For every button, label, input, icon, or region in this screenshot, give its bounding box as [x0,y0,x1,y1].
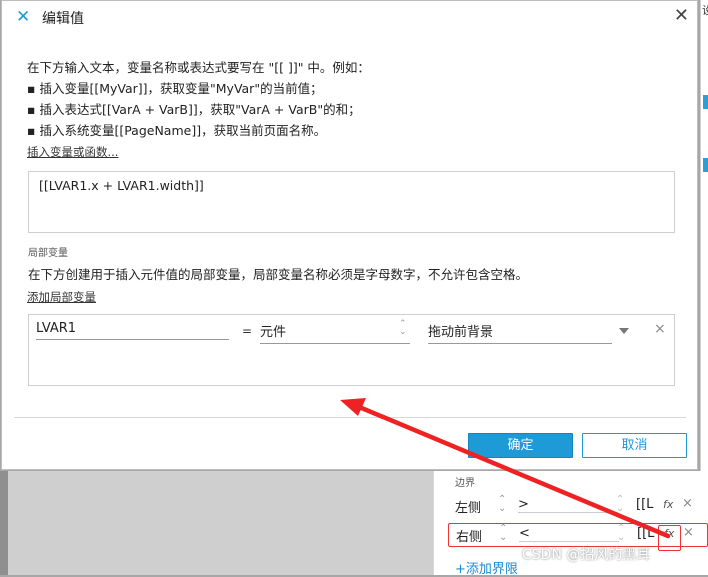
edge-marker [703,158,708,172]
local-var-name-input[interactable]: LVAR1 [36,321,229,340]
instruction-line: ▪ 插入表达式[[VarA + VarB]]，获取"VarA + VarB"的和… [27,102,361,117]
stepper-icon[interactable]: ⌃ ⌄ [616,495,624,514]
local-var-target-select[interactable]: 拖动前背景 [428,321,612,344]
operator-select[interactable]: > [518,497,618,513]
instruction-line: ▪ 插入变量[[MyVar]]，获取变量"MyVar"的当前值； [27,81,323,96]
chevron-down-icon[interactable] [619,328,629,334]
watermark: CSDN @招风的黑耳 [522,547,651,563]
canvas-edge [0,471,8,575]
insert-variable-link[interactable]: 插入变量或函数... [27,144,118,160]
edge-marker [703,95,708,109]
local-var-type-select[interactable]: 元件 [260,321,410,344]
close-icon[interactable]: ✕ [674,5,689,26]
boundary-row-left: 左侧 ⌃ ⌄ > ⌃ ⌄ [[L fx × [448,495,706,517]
instruction-line: ▪ 插入系统变量[[PageName]]，获取当前页面名称。 [27,123,327,138]
dialog-title: 编辑值 [42,11,84,27]
stepper-icon[interactable]: ⌃ ⌄ [617,524,625,543]
boundary-value-field[interactable]: [[L [637,526,657,541]
boundary-value-field[interactable]: [[L [636,497,656,512]
divider [14,417,686,418]
boundary-label: 右侧 [456,530,483,545]
delete-icon[interactable]: × [682,496,693,511]
add-boundary-link[interactable]: +添加界限 [455,558,518,577]
instruction-line: 在下方输入文本，变量名称或表达式要写在 "[[ ]]" 中。例如： [27,60,370,75]
equals-sign: = [242,324,253,338]
ok-button[interactable]: 确定 [468,433,573,458]
delete-local-var-icon[interactable]: × [654,321,666,337]
local-vars-label: 局部变量 [28,248,68,259]
expression-textarea[interactable]: [[LVAR1.x + LVAR1.width]] [28,171,675,233]
boundary-section-label: 边界 [455,478,475,489]
delete-icon[interactable]: × [683,525,694,540]
operator-select[interactable]: < [519,526,619,542]
local-vars-description: 在下方创建用于插入元件值的局部变量，局部变量名称必须是字母数字，不允许包含空格。 [28,267,529,282]
instructions: 在下方输入文本，变量名称或表达式要写在 "[[ ]]" 中。例如： ▪ 插入变量… [27,57,370,141]
canvas-area [8,471,433,575]
boundary-label: 左侧 [455,501,482,516]
edge-caption: 设 [702,4,708,17]
app-logo-icon: ✕ [16,7,31,27]
dialog-titlebar: ✕ 编辑值 ✕ [2,1,697,33]
edit-value-dialog: ✕ 编辑值 ✕ 在下方输入文本，变量名称或表达式要写在 "[[ ]]" 中。例如… [1,0,698,470]
local-vars-list: LVAR1 = 元件 ⌃ ⌄ 拖动前背景 × [28,314,675,386]
fx-highlight-box [658,525,681,551]
stepper-icon[interactable]: ⌃ ⌄ [399,320,407,337]
fx-icon[interactable]: fx [663,498,673,511]
stepper-icon[interactable]: ⌃ ⌄ [499,524,507,543]
add-local-var-link[interactable]: 添加局部变量 [27,289,96,305]
stepper-icon[interactable]: ⌃ ⌄ [498,495,506,514]
cancel-button[interactable]: 取消 [582,433,687,458]
